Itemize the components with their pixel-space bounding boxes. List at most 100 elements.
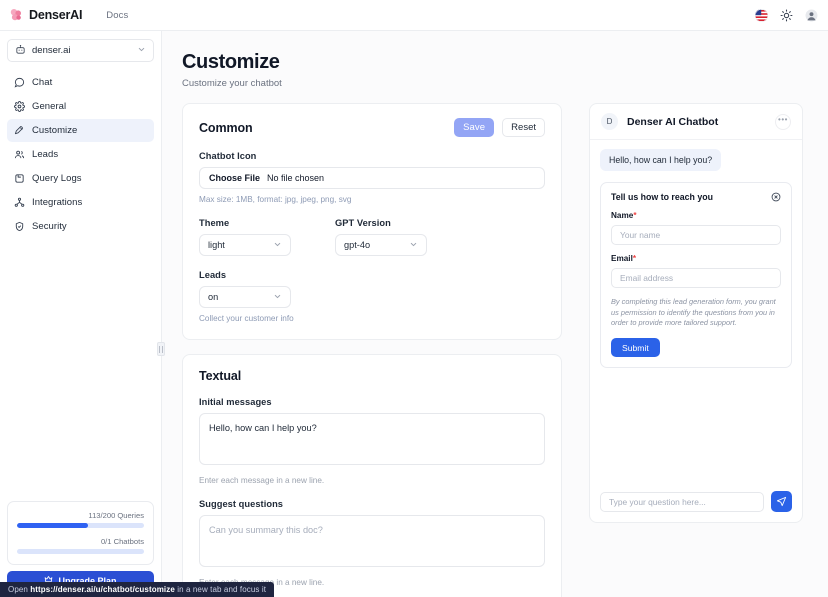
chevron-down-icon xyxy=(273,240,282,251)
sidebar-item-general[interactable]: General xyxy=(7,95,154,118)
avatar: D xyxy=(601,113,618,130)
required-marker: * xyxy=(632,254,637,263)
chat-message-input[interactable] xyxy=(600,491,764,512)
gpt-version-value: gpt-4o xyxy=(344,240,371,250)
lead-name-label: Name* xyxy=(611,211,781,220)
usage-row-chatbots: 0/1 Chatbots xyxy=(17,537,144,554)
theme-field: Theme light xyxy=(199,218,291,256)
usage-card: 113/200 Queries 0/1 Chatbots xyxy=(7,501,154,565)
leads-field: Leads on xyxy=(199,270,291,308)
sidebar-item-label: Query Logs xyxy=(32,173,82,184)
content-columns: Common Save Reset Chatbot Icon Choose Fi… xyxy=(182,103,810,597)
leads-label: Leads xyxy=(199,270,227,280)
leads-row: Leads on xyxy=(199,270,545,308)
chat-footer xyxy=(590,482,802,522)
page-title: Customize xyxy=(182,51,280,73)
common-card-title: Common xyxy=(199,120,253,135)
gpt-version-select[interactable]: gpt-4o xyxy=(335,234,427,256)
textual-card-title: Textual xyxy=(199,369,242,383)
chat-header: D Denser AI Chatbot ••• xyxy=(590,104,802,140)
choose-file-button[interactable]: Choose File xyxy=(209,173,260,183)
usage-row-queries: 113/200 Queries xyxy=(17,511,144,528)
common-card-header: Common Save Reset xyxy=(199,118,545,137)
save-button[interactable]: Save xyxy=(454,118,495,137)
usage-chatbots-bar xyxy=(17,549,144,554)
sidebar-item-chat[interactable]: Chat xyxy=(7,71,154,94)
workspace-selector[interactable]: denser.ai xyxy=(7,39,154,62)
leads-select[interactable]: on xyxy=(199,286,291,308)
sidebar-item-label: General xyxy=(32,101,67,112)
chevron-down-icon xyxy=(137,45,146,57)
theme-select[interactable]: light xyxy=(199,234,291,256)
sidebar-item-integrations[interactable]: Integrations xyxy=(7,191,154,214)
gear-icon xyxy=(14,101,25,112)
nav-docs-link[interactable]: Docs xyxy=(106,10,128,21)
theme-label: Theme xyxy=(199,218,230,228)
common-card: Common Save Reset Chatbot Icon Choose Fi… xyxy=(182,103,562,340)
lead-capture-form: Tell us how to reach you Name* Your name… xyxy=(600,182,792,369)
gpt-version-label: GPT Version xyxy=(335,218,391,228)
required-marker: * xyxy=(633,211,637,220)
sidebar-nav: Chat General Customize Leads Query Logs … xyxy=(7,71,154,238)
sidebar-item-query-logs[interactable]: Query Logs xyxy=(7,167,154,190)
chatbot-preview: D Denser AI Chatbot ••• Hello, how can I… xyxy=(589,103,803,523)
status-prefix: Open xyxy=(8,585,31,594)
chatbot-icon-label: Chatbot Icon xyxy=(199,151,257,161)
brand[interactable]: DenserAI xyxy=(9,8,82,22)
sidebar-item-security[interactable]: Security xyxy=(7,215,154,238)
sidebar-item-customize[interactable]: Customize xyxy=(7,119,154,142)
lead-form-title: Tell us how to reach you xyxy=(611,192,713,202)
suggest-questions-textarea[interactable] xyxy=(199,515,545,567)
textual-card-header: Textual xyxy=(199,369,545,383)
lead-name-input[interactable] xyxy=(611,225,781,245)
sun-icon[interactable] xyxy=(780,9,793,22)
shield-icon xyxy=(14,221,25,232)
settings-column: Common Save Reset Chatbot Icon Choose Fi… xyxy=(182,103,562,597)
chatbot-name: Denser AI Chatbot xyxy=(627,115,719,128)
sidebar-item-label: Customize xyxy=(32,125,78,136)
status-bar-tooltip: Open https://denser.ai/u/chatbot/customi… xyxy=(0,582,275,597)
logs-icon xyxy=(14,173,25,184)
leads-value: on xyxy=(208,292,219,302)
ellipsis-icon[interactable]: ••• xyxy=(775,113,791,130)
top-bar-actions xyxy=(755,8,818,22)
top-bar: DenserAI Docs xyxy=(0,0,828,31)
send-icon[interactable] xyxy=(771,491,792,512)
preview-column: D Denser AI Chatbot ••• Hello, how can I… xyxy=(589,103,803,597)
sidebar-resize-handle[interactable] xyxy=(157,342,165,356)
denser-logo-icon xyxy=(9,8,23,22)
sidebar-item-label: Chat xyxy=(32,77,53,88)
rocket-icon xyxy=(14,125,25,136)
lead-email-input[interactable] xyxy=(611,268,781,288)
lead-name-label-text: Name xyxy=(611,211,634,220)
usage-chatbots-label: 0/1 Chatbots xyxy=(100,537,144,546)
suggest-questions-label: Suggest questions xyxy=(199,499,284,509)
main-content: Customize Customize your chatbot Common … xyxy=(162,31,828,597)
sidebar-item-leads[interactable]: Leads xyxy=(7,143,154,166)
lead-form-terms: By completing this lead generation form,… xyxy=(611,297,776,328)
theme-value: light xyxy=(208,240,225,250)
usage-queries-label: 113/200 Queries xyxy=(88,511,144,520)
gpt-version-field: GPT Version gpt-4o xyxy=(335,218,427,256)
common-card-actions: Save Reset xyxy=(454,118,545,137)
initial-messages-textarea[interactable] xyxy=(199,413,545,465)
us-flag-icon[interactable] xyxy=(755,8,768,22)
bot-icon xyxy=(15,44,26,58)
sidebar-item-label: Security xyxy=(32,221,67,232)
leads-hint: Collect your customer info xyxy=(199,314,294,323)
chevron-down-icon xyxy=(409,240,418,251)
initial-messages-hint: Enter each message in a new line. xyxy=(199,476,325,485)
close-circle-icon[interactable] xyxy=(771,192,781,202)
file-status-text: No file chosen xyxy=(267,173,325,183)
user-avatar-icon[interactable] xyxy=(805,9,818,22)
chatbot-icon-file-input[interactable]: Choose File No file chosen xyxy=(199,167,545,189)
lead-submit-button[interactable]: Submit xyxy=(611,338,660,358)
page-subtitle: Customize your chatbot xyxy=(182,78,282,89)
initial-messages-label: Initial messages xyxy=(199,397,272,407)
lead-form-header: Tell us how to reach you xyxy=(611,192,781,202)
reset-button[interactable]: Reset xyxy=(502,118,545,137)
sidebar-item-label: Leads xyxy=(32,149,59,160)
workspace-label: denser.ai xyxy=(32,45,71,56)
lead-email-label-text: Email xyxy=(611,254,633,263)
app-layout: denser.ai Chat General Customize Leads Q… xyxy=(0,31,828,597)
